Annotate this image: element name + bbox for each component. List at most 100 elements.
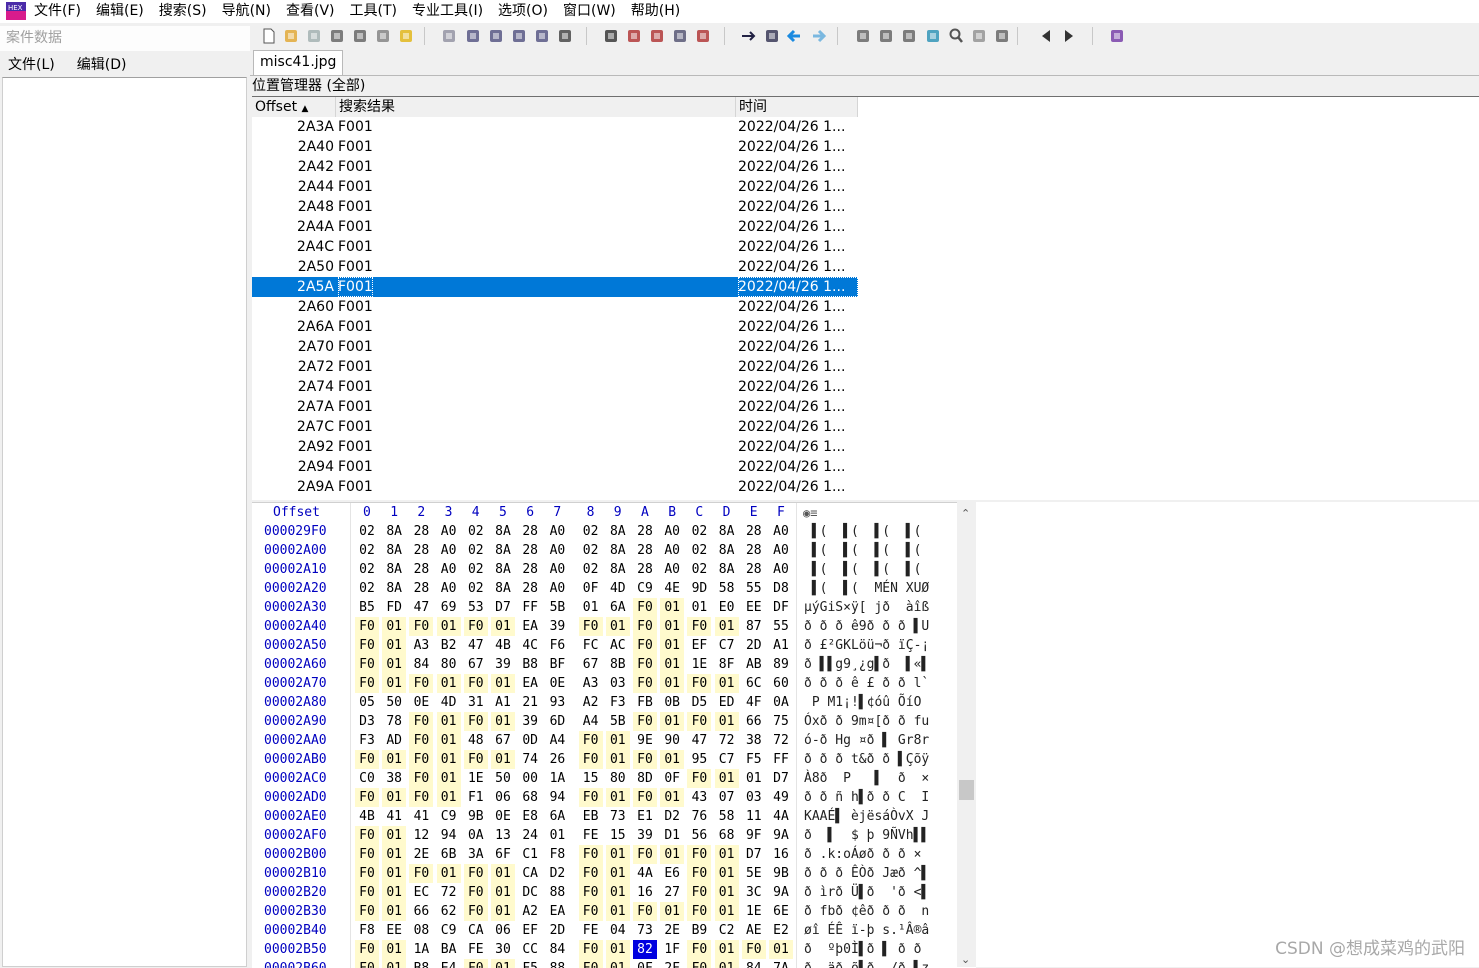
hex-byte[interactable]: 01 bbox=[660, 845, 685, 864]
hex-byte[interactable]: F0 bbox=[409, 617, 434, 636]
hex-byte[interactable]: 28 bbox=[633, 541, 657, 560]
hex-row[interactable]: 00002B30 F0 01 66 62 F0 01 A2 EA F0 01 F0 01 F0 01 1E 6E… bbox=[252, 902, 957, 921]
hex-byte[interactable]: FC bbox=[579, 636, 603, 655]
hex-byte[interactable]: 6B bbox=[437, 845, 461, 864]
scrollbar-thumb[interactable] bbox=[959, 780, 974, 800]
hex-byte[interactable]: 01 bbox=[714, 902, 739, 921]
hex-byte[interactable]: A0 bbox=[545, 579, 569, 598]
column-header-offset[interactable]: Offset ▲ bbox=[252, 97, 336, 117]
position-row[interactable]: 2A74 F001 2022/04/26 1... bbox=[252, 377, 858, 397]
hex-byte[interactable]: 4A bbox=[633, 864, 657, 883]
hex-byte[interactable]: E2 bbox=[769, 921, 793, 940]
hex-byte[interactable]: 0D bbox=[518, 731, 542, 750]
hex-byte[interactable]: 02 bbox=[355, 522, 379, 541]
hex-byte[interactable]: 73 bbox=[633, 921, 657, 940]
hex-byte[interactable]: 01 bbox=[491, 883, 515, 902]
hex-byte[interactable]: EE bbox=[382, 921, 406, 940]
menu-item[interactable]: 文件(F) bbox=[34, 3, 81, 20]
hex-byte[interactable]: 28 bbox=[409, 579, 433, 598]
binary-icon[interactable] bbox=[556, 27, 574, 45]
hex-byte[interactable]: F0 bbox=[578, 864, 603, 883]
hex-byte[interactable]: 02 bbox=[579, 541, 603, 560]
hex-row-text[interactable]: ð fbð ¢êð ð ð n bbox=[804, 902, 929, 921]
hex-byte[interactable]: 95 bbox=[687, 750, 711, 769]
find-next-icon[interactable] bbox=[625, 27, 643, 45]
hex-byte[interactable]: F0 bbox=[687, 674, 712, 693]
hex-row[interactable]: 00002A40 F0 01 F0 01 F0 01 EA 39 F0 01 F0 01 F0 01 87 55… bbox=[252, 617, 957, 636]
hex-byte[interactable]: F0 bbox=[409, 712, 434, 731]
hex-row[interactable]: 00002A50 F0 01 A3 B2 47 4B 4C F6 FC AC F0 01 EF C7 2D A1… bbox=[252, 636, 957, 655]
new-file-icon[interactable] bbox=[260, 27, 278, 45]
hex-byte[interactable]: F0 bbox=[741, 940, 766, 959]
hex-byte[interactable]: 21 bbox=[518, 693, 542, 712]
hex-byte[interactable]: F0 bbox=[633, 845, 657, 864]
hex-byte[interactable]: CA bbox=[464, 921, 488, 940]
hex-byte[interactable]: 1E bbox=[464, 769, 488, 788]
hex-byte[interactable]: 8B bbox=[606, 655, 630, 674]
hex-byte[interactable]: F8 bbox=[545, 845, 569, 864]
hex-scrollbar[interactable]: ⌃ ⌄ bbox=[957, 502, 976, 967]
hex-byte[interactable]: 8A bbox=[606, 522, 630, 541]
hex-byte[interactable]: E6 bbox=[660, 864, 684, 883]
hex-byte[interactable]: 01 bbox=[491, 617, 515, 636]
hex-byte[interactable]: 02 bbox=[579, 522, 603, 541]
column-header-result[interactable]: 搜索结果 bbox=[336, 97, 736, 117]
hex-byte[interactable]: EF bbox=[687, 636, 711, 655]
hex-byte[interactable]: F0 bbox=[578, 883, 603, 902]
hex-byte[interactable]: A0 bbox=[769, 560, 793, 579]
hex-byte[interactable]: F0 bbox=[355, 750, 379, 769]
hex-byte[interactable]: D3 bbox=[355, 712, 379, 731]
hex-byte[interactable]: 41 bbox=[382, 807, 406, 826]
hex-byte[interactable]: 01 bbox=[605, 902, 630, 921]
hex-byte[interactable]: F0 bbox=[355, 788, 379, 807]
hex-byte[interactable]: 0E bbox=[545, 674, 569, 693]
hex-row[interactable]: 00002B10 F0 01 F0 01 F0 01 CA D2 F0 01 4A E6 F0 01 5E 9B… bbox=[252, 864, 957, 883]
ram-tool-icon[interactable] bbox=[877, 27, 895, 45]
hex-byte[interactable]: 47 bbox=[409, 598, 433, 617]
hex-byte[interactable]: 01 bbox=[605, 731, 630, 750]
hex-byte[interactable]: 4B bbox=[491, 636, 515, 655]
hex-byte[interactable]: A0 bbox=[769, 522, 793, 541]
hex-byte[interactable]: 8A bbox=[491, 522, 515, 541]
hex-byte[interactable]: 47 bbox=[464, 636, 488, 655]
hex-byte[interactable]: F8 bbox=[355, 921, 379, 940]
hex-byte[interactable]: F0 bbox=[463, 617, 488, 636]
scroll-down-icon[interactable]: ⌄ bbox=[961, 954, 972, 965]
hex-row-text[interactable]: ð ìrð Ü▌ð 'ð <▌ bbox=[804, 883, 929, 902]
hex-byte[interactable]: F0 bbox=[463, 883, 488, 902]
hex-byte[interactable]: 6F bbox=[491, 845, 515, 864]
hex-byte[interactable]: F0 bbox=[355, 636, 379, 655]
hex-byte[interactable]: 01 bbox=[436, 769, 461, 788]
undo-icon[interactable] bbox=[440, 27, 458, 45]
hex-byte[interactable]: F0 bbox=[633, 902, 657, 921]
hex-byte[interactable]: 08 bbox=[409, 921, 433, 940]
hex-byte[interactable]: 28 bbox=[742, 541, 766, 560]
hex-byte[interactable]: 8A bbox=[715, 560, 739, 579]
hex-byte[interactable]: FE bbox=[464, 940, 488, 959]
hex-byte[interactable]: 60 bbox=[769, 674, 793, 693]
hex-row[interactable]: 00002B00 F0 01 2E 6B 3A 6F C1 F8 F0 01 F0 01 F0 01 D7 16… bbox=[252, 845, 957, 864]
hex-byte[interactable]: 01 bbox=[491, 712, 515, 731]
hex-byte[interactable]: 8A bbox=[491, 541, 515, 560]
hex-byte[interactable]: 01 bbox=[382, 674, 407, 693]
forward-arrow-icon[interactable] bbox=[809, 27, 827, 45]
hex-byte[interactable]: 02 bbox=[355, 560, 379, 579]
menu-item[interactable]: 搜索(S) bbox=[159, 3, 207, 20]
hex-byte[interactable]: 01 bbox=[382, 940, 407, 959]
position-row[interactable]: 2A7C F001 2022/04/26 1... bbox=[252, 417, 858, 437]
hex-byte[interactable]: FB bbox=[633, 693, 657, 712]
hex-row-text[interactable]: ð ▌ $ þ 9ÑVh▌▌ bbox=[804, 826, 929, 845]
hex-byte[interactable]: 0E bbox=[491, 807, 515, 826]
hex-byte[interactable]: 39 bbox=[518, 712, 542, 731]
prev-tab-icon[interactable] bbox=[1037, 27, 1055, 45]
position-row[interactable]: 2A50 F001 2022/04/26 1... bbox=[252, 257, 858, 277]
hex-byte[interactable]: F0 bbox=[355, 617, 379, 636]
hex-byte[interactable]: 01 bbox=[382, 864, 407, 883]
hex-row-text[interactable]: ▌( ▌( MÉN XUØ bbox=[804, 579, 929, 598]
case-menu-edit[interactable]: 编辑(D) bbox=[77, 55, 127, 75]
hex-byte[interactable]: 28 bbox=[633, 560, 657, 579]
hex-row-text[interactable]: P M1¡!▌¢óû ÕíO bbox=[804, 693, 929, 712]
hex-byte[interactable]: 72 bbox=[715, 731, 739, 750]
hex-byte[interactable]: 93 bbox=[545, 693, 569, 712]
find-binoculars-icon[interactable] bbox=[602, 27, 620, 45]
